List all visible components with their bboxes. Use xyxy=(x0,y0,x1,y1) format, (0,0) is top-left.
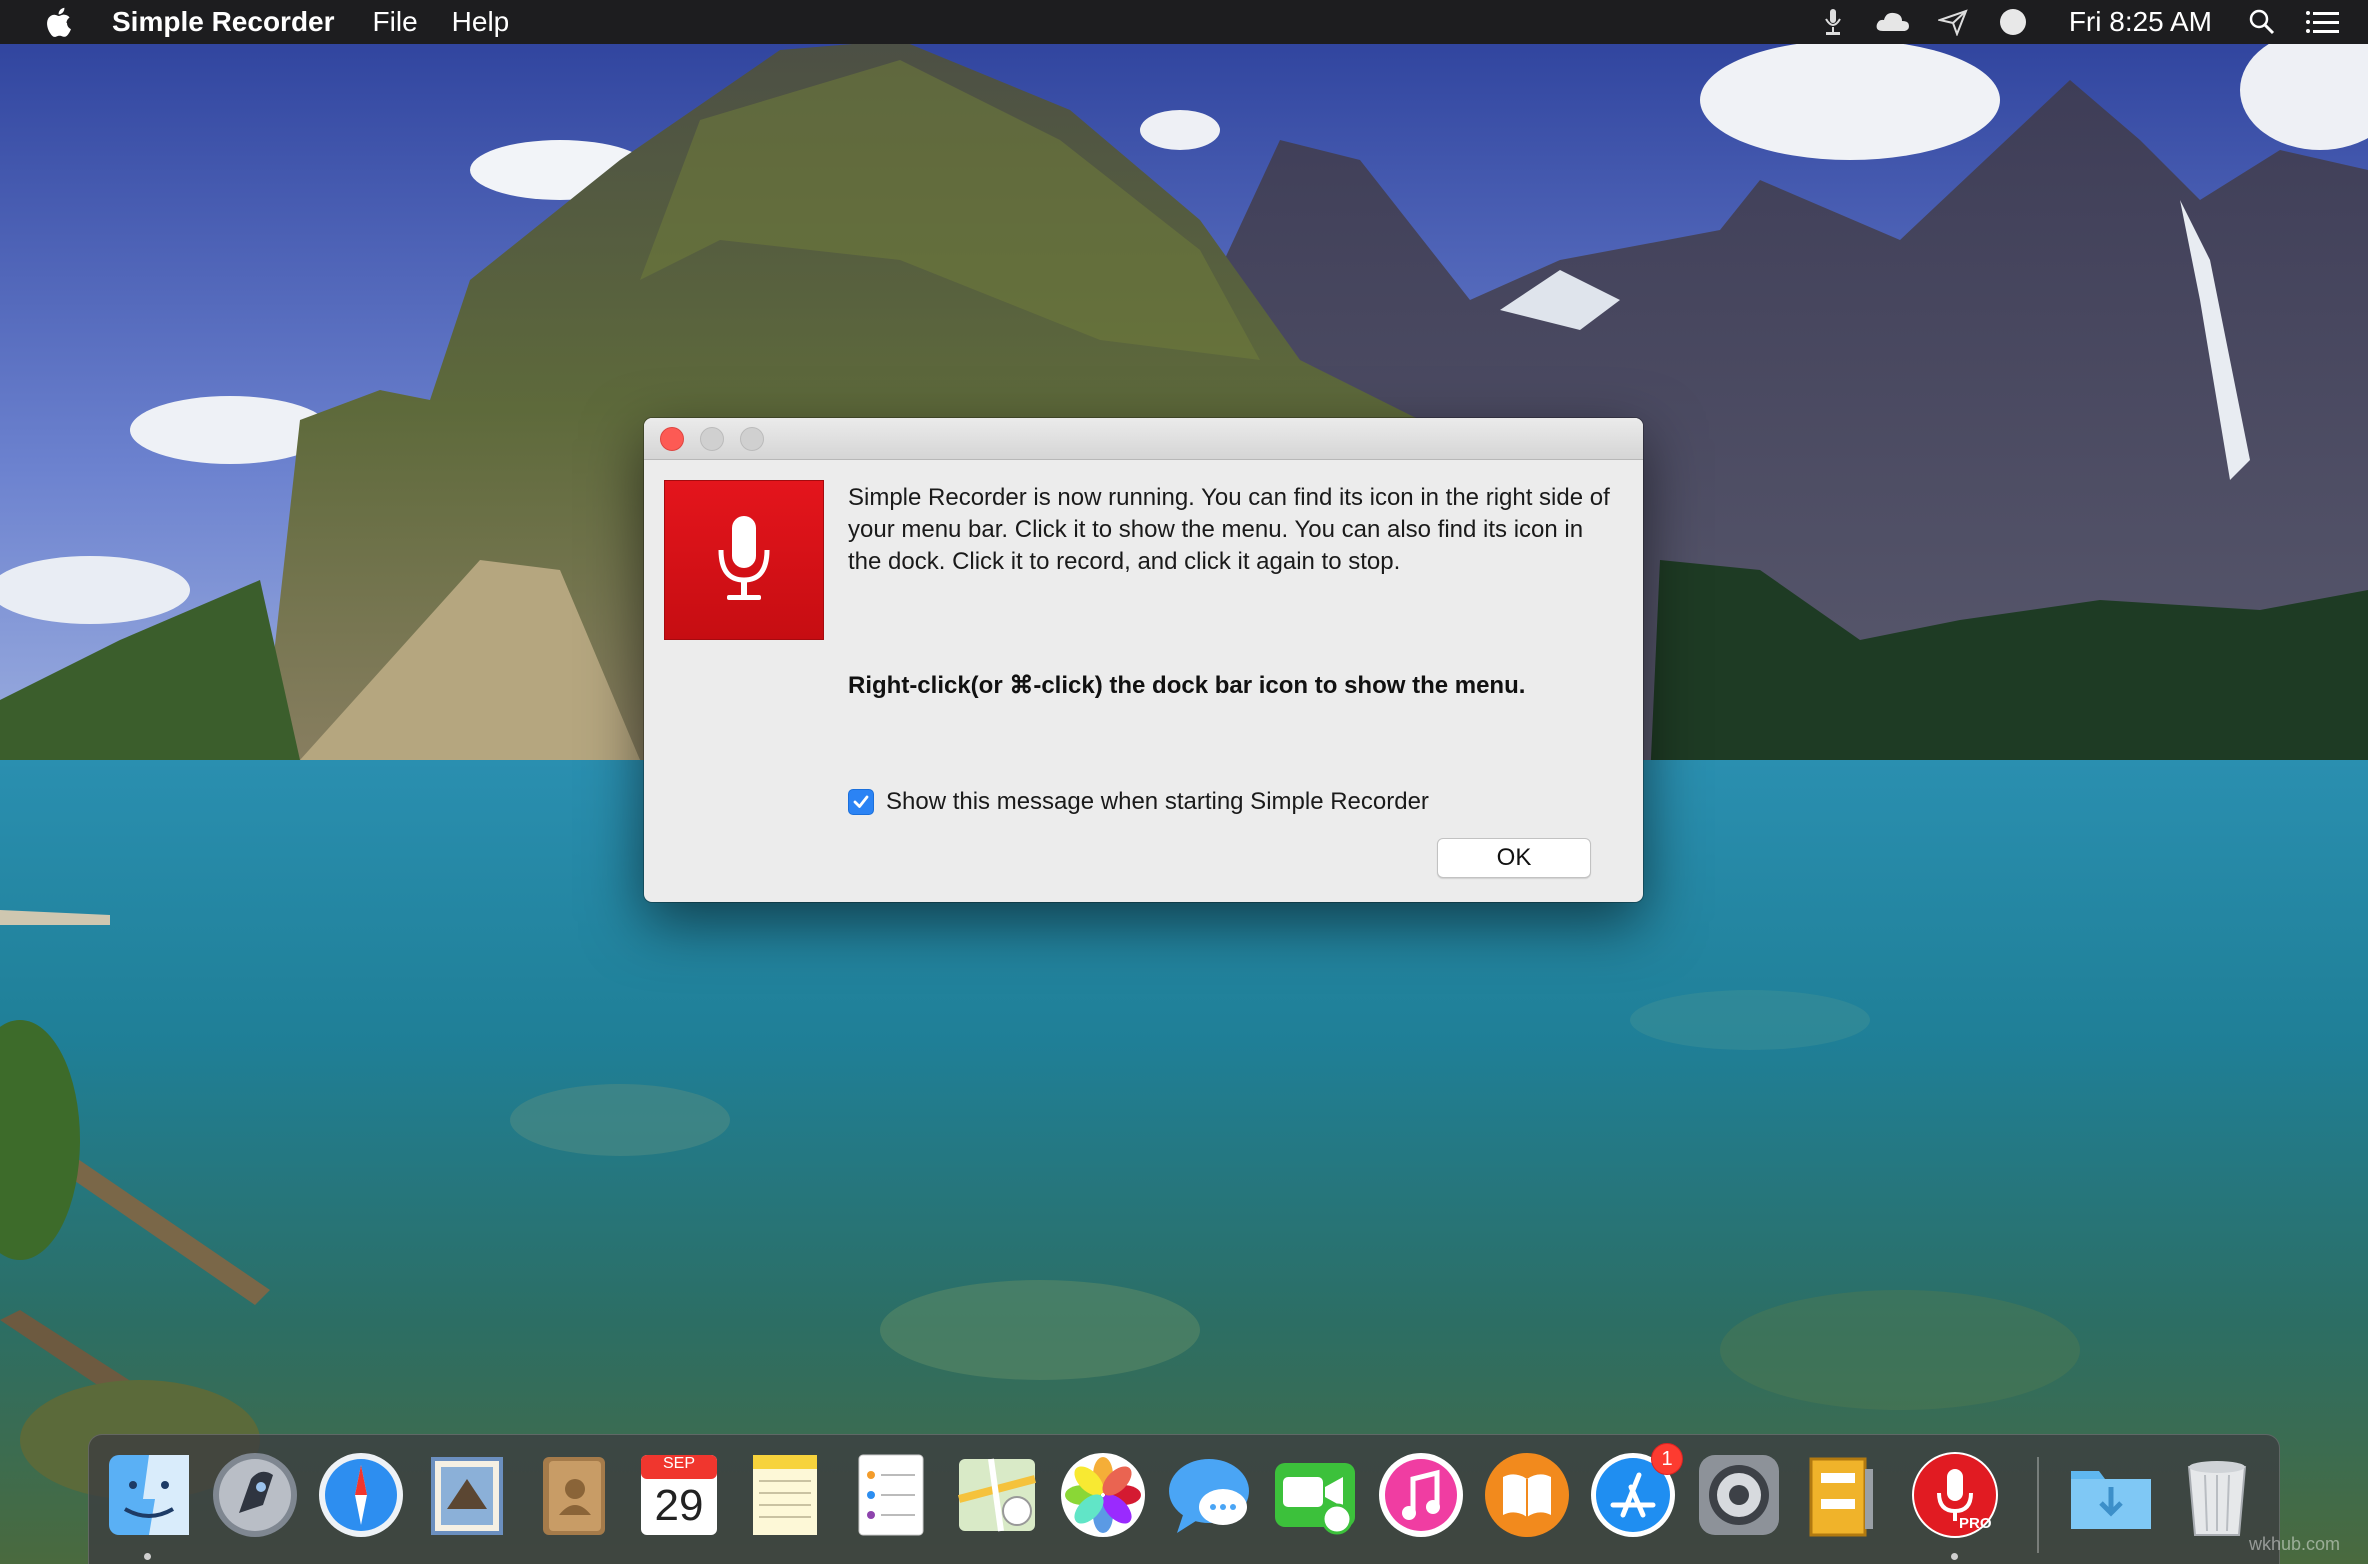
downloads-folder-icon[interactable] xyxy=(2065,1449,2157,1541)
show-message-checkbox-row[interactable]: Show this message when starting Simple R… xyxy=(848,788,1429,816)
safari-icon[interactable] xyxy=(315,1449,407,1541)
list-icon[interactable] xyxy=(2304,4,2340,40)
itunes-icon[interactable] xyxy=(1375,1449,1467,1541)
maps-icon[interactable] xyxy=(951,1449,1043,1541)
show-message-checkbox-label[interactable]: Show this message when starting Simple R… xyxy=(886,788,1429,816)
pro-label: PRO xyxy=(1959,1515,1992,1532)
close-button[interactable] xyxy=(660,426,684,451)
calendar-day: 29 xyxy=(654,1481,704,1530)
simple-recorder-app-icon xyxy=(664,480,824,640)
app-store-icon[interactable]: 1 xyxy=(1587,1443,1683,1541)
welcome-dialog: Simple Recorder is now running. You can … xyxy=(644,418,1643,902)
mail-icon[interactable] xyxy=(421,1449,513,1541)
microphone-icon xyxy=(718,516,770,600)
menu-bar-clock[interactable]: Fri 8:25 AM xyxy=(2069,6,2212,38)
calendar-icon[interactable]: SEP 29 xyxy=(633,1449,725,1541)
reminders-icon[interactable] xyxy=(845,1449,937,1541)
dialog-message: Simple Recorder is now running. You can … xyxy=(848,484,1610,575)
finder-running-indicator xyxy=(144,1553,151,1560)
minimize-button[interactable] xyxy=(700,426,724,451)
notes-icon[interactable] xyxy=(739,1449,831,1541)
watermark: wkhub.com xyxy=(2248,1534,2340,1554)
photos-icon[interactable] xyxy=(1057,1449,1149,1541)
simple-recorder-pro-icon[interactable]: PRO xyxy=(1909,1449,2001,1541)
dialog-bold-message: Right-click(or ⌘-click) the dock bar ico… xyxy=(848,672,1526,699)
menu-file[interactable]: File xyxy=(373,6,418,38)
checkmark-icon xyxy=(853,795,869,808)
dock-separator xyxy=(2037,1457,2039,1553)
menu-app-name[interactable]: Simple Recorder xyxy=(112,6,335,38)
recorder-running-indicator xyxy=(1951,1553,1958,1560)
microphone-status-icon[interactable] xyxy=(1815,4,1851,40)
calendar-month: SEP xyxy=(662,1455,695,1472)
show-message-checkbox[interactable] xyxy=(848,789,874,815)
menu-bar: Simple Recorder File Help Fri 8:25 AM xyxy=(0,0,2368,44)
dialog-titlebar[interactable] xyxy=(644,418,1643,460)
cloud-icon[interactable] xyxy=(1875,4,1911,40)
messages-icon[interactable] xyxy=(1163,1449,1255,1541)
finder-icon[interactable] xyxy=(103,1449,195,1541)
trash-icon[interactable] xyxy=(2171,1449,2263,1541)
app-store-badge: 1 xyxy=(1651,1443,1683,1475)
ok-button[interactable]: OK xyxy=(1437,838,1591,878)
ibooks-icon[interactable] xyxy=(1481,1449,1573,1541)
contacts-icon[interactable] xyxy=(527,1449,619,1541)
archive-utility-icon[interactable] xyxy=(1799,1449,1891,1541)
search-icon[interactable] xyxy=(2244,4,2280,40)
apple-menu-icon[interactable] xyxy=(40,4,76,40)
system-preferences-icon[interactable] xyxy=(1693,1449,1785,1541)
menu-help[interactable]: Help xyxy=(452,6,510,38)
launchpad-icon[interactable] xyxy=(209,1449,301,1541)
zoom-button[interactable] xyxy=(740,426,764,451)
facetime-icon[interactable] xyxy=(1269,1449,1361,1541)
circle-status-icon[interactable] xyxy=(1995,4,2031,40)
dock: SEP 29 1 PRO xyxy=(88,1434,2280,1564)
send-icon[interactable] xyxy=(1935,4,1971,40)
